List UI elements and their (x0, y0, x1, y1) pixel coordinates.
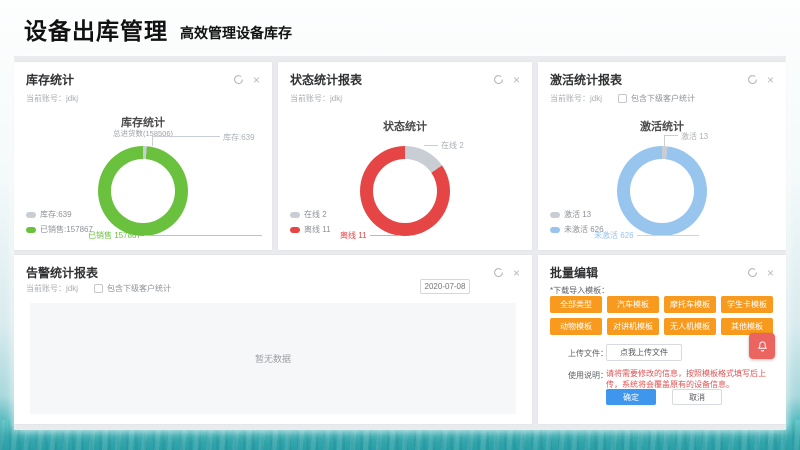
legend-marker (26, 227, 36, 233)
legend-marker (550, 227, 560, 233)
status-donut-chart (360, 146, 450, 236)
panel-alarm: 告警统计报表 × 当前账号：jdkj 包含下级客户统计 暂无数据 (14, 255, 532, 424)
panel-activation: 激活统计报表 × 当前账号：jdkj 包含下级客户统计 激活统计 激活 13 未… (538, 62, 786, 250)
panel-inventory-title: 库存统计 (26, 71, 74, 88)
panel-status: 状态统计报表 × 当前账号：jdkj 状态统计 在线 2 离线 11 在线 2 … (278, 62, 532, 250)
account-label: 当前账号：jdkj (290, 93, 342, 104)
template-button-all[interactable]: 全部类型 (550, 296, 602, 313)
refresh-icon[interactable] (747, 74, 758, 85)
panel-alarm-title: 告警统计报表 (26, 264, 98, 281)
template-button-intercom[interactable]: 对讲机模板 (607, 318, 659, 335)
alarm-chart-area: 暂无数据 (30, 303, 516, 414)
page-subtitle: 高效管理设备库存 (180, 23, 292, 46)
account-label: 当前账号：jdkj (26, 283, 78, 294)
leader-line (152, 136, 220, 146)
legend-item[interactable]: 未激活 626 (550, 224, 604, 235)
close-icon[interactable]: × (767, 267, 774, 279)
template-button-car[interactable]: 汽车模板 (607, 296, 659, 313)
template-button-student-card[interactable]: 学生卡模板 (721, 296, 773, 313)
panel-batch-edit: 批量编辑 × *下载导入模板： 全部类型 汽车模板 摩托车模板 学生卡模板 动物… (538, 255, 786, 424)
legend-marker (26, 212, 36, 218)
refresh-icon[interactable] (493, 267, 504, 278)
legend-marker (290, 212, 300, 218)
panel-batch-title: 批量编辑 (550, 264, 598, 281)
legend-marker (290, 227, 300, 233)
leader-line (664, 135, 678, 146)
activation-donut-chart (617, 146, 707, 236)
legend-item[interactable]: 离线 11 (290, 224, 331, 235)
legend-item[interactable]: 已销售:157867 (26, 224, 93, 235)
panel-status-title: 状态统计报表 (290, 71, 362, 88)
account-label: 当前账号：jdkj (26, 93, 78, 104)
online-slice-label: 在线 2 (424, 140, 464, 151)
checkbox-icon (618, 94, 627, 103)
upload-file-button[interactable]: 点我上传文件 (606, 344, 682, 361)
close-icon[interactable]: × (513, 267, 520, 279)
page-header: 设备出库管理 高效管理设备库存 (24, 12, 292, 46)
bell-icon (756, 340, 769, 353)
template-button-drone[interactable]: 无人机模板 (664, 318, 716, 335)
notification-bell-button[interactable] (749, 333, 775, 359)
include-sub-checkbox[interactable]: 包含下级客户统计 (618, 93, 695, 104)
close-icon[interactable]: × (767, 74, 774, 86)
offline-slice-label: 离线 11 (340, 230, 400, 241)
chart-title: 状态统计 (278, 118, 532, 134)
cancel-button[interactable]: 取消 (672, 389, 722, 405)
template-download-label: *下载导入模板： (550, 285, 609, 296)
template-button-motorcycle[interactable]: 摩托车模板 (664, 296, 716, 313)
close-icon[interactable]: × (253, 74, 260, 86)
legend-marker (550, 212, 560, 218)
usage-label: 使用说明： (568, 370, 608, 381)
confirm-button[interactable]: 确定 (606, 389, 656, 405)
include-sub-checkbox[interactable]: 包含下级客户统计 (94, 283, 171, 294)
close-icon[interactable]: × (513, 74, 520, 86)
template-button-animal[interactable]: 动物模板 (550, 318, 602, 335)
refresh-icon[interactable] (747, 267, 758, 278)
legend-item[interactable]: 在线 2 (290, 209, 331, 220)
account-label: 当前账号：jdkj (550, 93, 602, 104)
panel-inventory: 库存统计 × 当前账号：jdkj 库存统计 总进货数(158506) 库存:63… (14, 62, 272, 250)
upload-file-label: 上传文件： (568, 348, 608, 359)
legend-item[interactable]: 激活 13 (550, 209, 604, 220)
inventory-donut-chart (98, 146, 188, 236)
refresh-icon[interactable] (493, 74, 504, 85)
no-data-text: 暂无数据 (255, 352, 291, 365)
refresh-icon[interactable] (233, 74, 244, 85)
checkbox-icon (94, 284, 103, 293)
date-input[interactable] (420, 279, 470, 294)
chart-title: 激活统计 (538, 118, 786, 134)
activated-slice-label: 激活 13 (681, 131, 708, 142)
sold-slice-label: 已销售 157867 (88, 230, 262, 241)
inactive-slice-label: 未激活 626 (594, 230, 699, 241)
page-title: 设备出库管理 (24, 12, 168, 46)
dashboard-board: 库存统计 × 当前账号：jdkj 库存统计 总进货数(158506) 库存:63… (14, 56, 786, 430)
inventory-slice-label: 库存:639 (223, 132, 255, 143)
panel-activation-title: 激活统计报表 (550, 71, 622, 88)
usage-instructions: 请将需要修改的信息，按照模板格式填写后上传，系统将会覆盖原有的设备信息。 (606, 368, 776, 390)
legend-item[interactable]: 库存:639 (26, 209, 93, 220)
